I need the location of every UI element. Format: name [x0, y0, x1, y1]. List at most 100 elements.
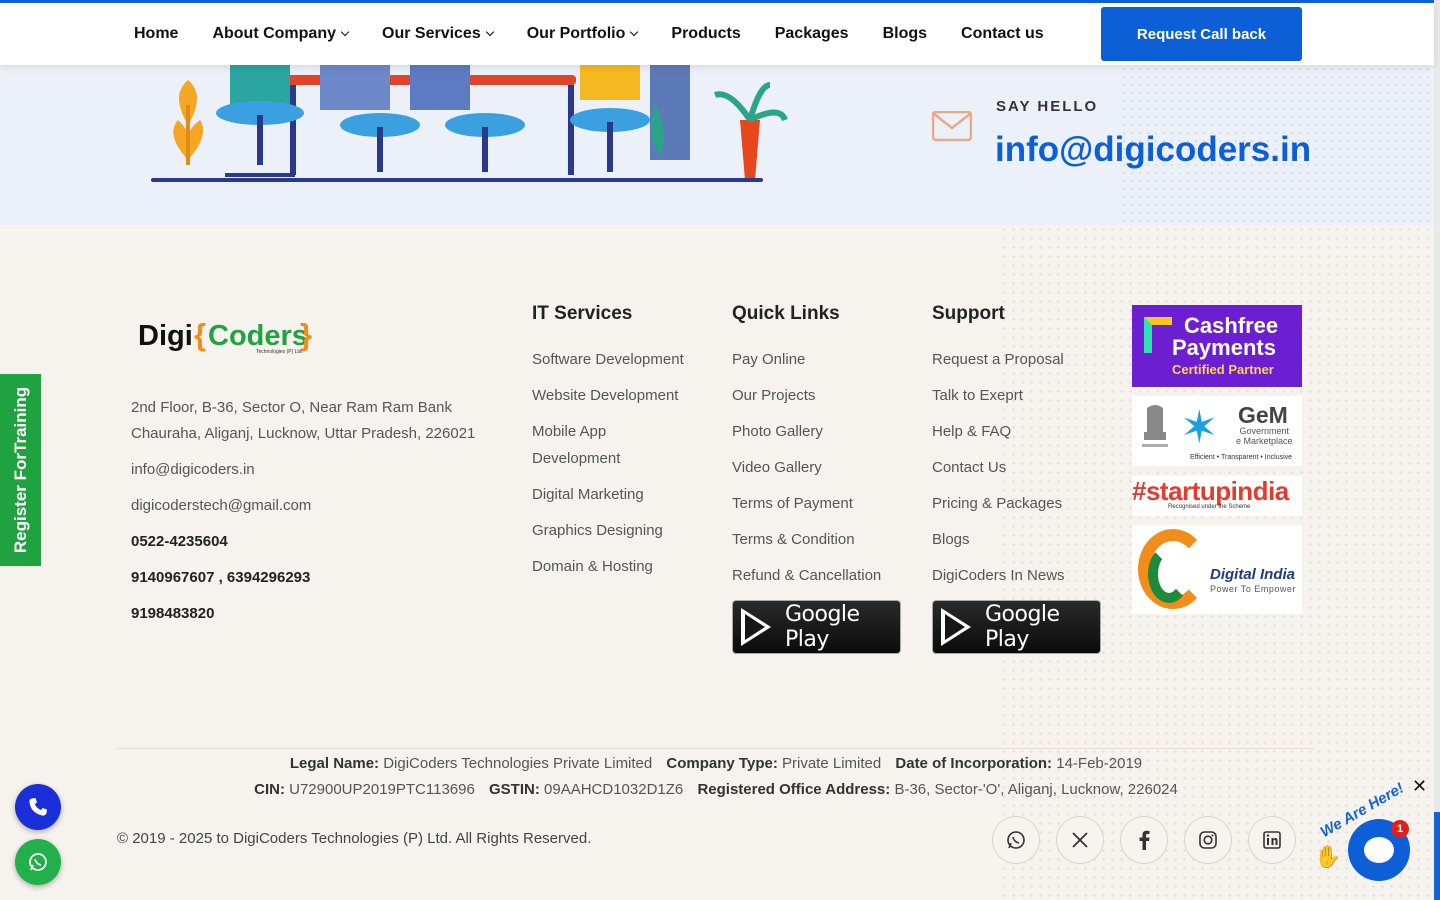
chat-unread-badge: 1 — [1391, 820, 1409, 838]
startup-sub: Recognised under the Scheme — [1168, 504, 1251, 510]
team-illustration — [151, 65, 788, 182]
link-contact-us[interactable]: Contact Us — [932, 454, 1065, 481]
logo-digi: Digi — [138, 320, 193, 352]
linkedin-social-button[interactable] — [1248, 816, 1296, 864]
link-terms-condition[interactable]: Terms & Condition — [732, 526, 881, 553]
call-float-button[interactable] — [15, 784, 61, 830]
startup-title: #startupindia — [1132, 476, 1289, 506]
national-emblem-icon — [1142, 405, 1168, 447]
office-value: B-36, Sector-'O', Aliganj, Lucknow, 2260… — [894, 781, 1178, 798]
company-type-value: Private Limited — [782, 755, 882, 772]
linkedin-icon — [1263, 831, 1281, 849]
footer-divider — [117, 748, 1315, 749]
copyright: © 2019 - 2025 to DigiCoders Technologies… — [117, 830, 592, 847]
hello-email-link[interactable]: info@digicoders.in — [995, 130, 1311, 170]
gem-badge: ✶ GeM Government e Marketplace Efficient … — [1132, 396, 1302, 466]
play-store-icon — [941, 608, 971, 646]
nav-contact-label: Contact us — [961, 25, 1044, 42]
x-social-button[interactable] — [1056, 816, 1104, 864]
register-tab-label: Register ForTraining — [10, 386, 30, 554]
legal-name-label: Legal Name: — [289, 755, 380, 772]
nav-about-company[interactable]: About Company — [212, 25, 350, 43]
link-pay-online[interactable]: Pay Online — [732, 346, 881, 373]
gem-tagline: Efficient • Transparent • Inclusive — [1190, 454, 1293, 461]
gstin-value: 09AAHCD1032D1Z6 — [544, 781, 684, 798]
nav-our-portfolio[interactable]: Our Portfolio — [526, 25, 639, 43]
nav-blogs[interactable]: Blogs — [883, 25, 927, 43]
facebook-social-button[interactable] — [1120, 816, 1168, 864]
phone-1[interactable]: 0522-4235604 — [131, 529, 228, 555]
incorporation-value: 14-Feb-2019 — [1056, 755, 1143, 772]
waving-hand-icon: ✋ — [1314, 844, 1342, 869]
link-request-proposal[interactable]: Request a Proposal — [932, 346, 1065, 373]
link-pricing-packages[interactable]: Pricing & Packages — [932, 490, 1065, 517]
cashfree-line2: Payments — [1172, 335, 1276, 360]
link-refund-cancellation[interactable]: Refund & Cancellation — [732, 562, 881, 589]
link-terms-of-payment[interactable]: Terms of Payment — [732, 490, 881, 517]
facebook-icon — [1139, 830, 1150, 850]
gstin-label: GSTIN: — [489, 781, 540, 798]
instagram-social-button[interactable] — [1184, 816, 1232, 864]
google-play-label: Google Play — [785, 602, 860, 652]
whatsapp-icon — [1007, 831, 1025, 849]
logo-coders: Coders — [208, 320, 308, 352]
chevron-down-icon — [485, 27, 494, 37]
link-help-faq[interactable]: Help & FAQ — [932, 418, 1065, 445]
page-scrollbar[interactable] — [1434, 0, 1440, 900]
digital-india-title: Digital India — [1210, 566, 1296, 583]
it-services-list: Software Development Website Development… — [532, 346, 684, 589]
chevron-down-icon — [340, 27, 350, 37]
link-domain-hosting[interactable]: Domain & Hosting — [532, 553, 684, 580]
digital-india-sub: Power To Empower — [1210, 584, 1296, 594]
link-graphics-designing[interactable]: Graphics Designing — [532, 517, 684, 544]
logo-brace-close: } — [300, 317, 312, 352]
cin-value: U72900UP2019PTC113696 — [289, 781, 475, 798]
link-blogs[interactable]: Blogs — [932, 526, 1065, 553]
link-talk-to-expert[interactable]: Talk to Exeprt — [932, 382, 1065, 409]
footer-email-1[interactable]: info@digicoders.in — [131, 457, 255, 483]
link-mobile-app-development[interactable]: Development — [532, 445, 684, 472]
link-mobile-app[interactable]: Mobile App — [532, 418, 684, 445]
nav-products-label: Products — [671, 25, 741, 42]
whatsapp-icon — [29, 853, 47, 871]
link-video-gallery[interactable]: Video Gallery — [732, 454, 881, 481]
instagram-icon — [1199, 831, 1217, 849]
nav-our-services[interactable]: Our Services — [382, 25, 494, 43]
footer-email-2[interactable]: digicoderstech@gmail.com — [131, 493, 311, 519]
nav-services-label: Our Services — [382, 25, 481, 42]
cashfree-line3: Certified Partner — [1172, 362, 1274, 377]
link-software-development[interactable]: Software Development — [532, 346, 684, 373]
nav-products[interactable]: Products — [671, 25, 740, 43]
gem-subtitle: Government e Marketplace — [1236, 426, 1293, 446]
startup-india-badge: #startupindia Recognised under the Schem… — [1132, 476, 1302, 516]
phone-2[interactable]: 9140967607 , 6394296293 — [131, 565, 310, 591]
request-callback-button[interactable]: Request Call back — [1101, 7, 1302, 61]
link-digital-marketing[interactable]: Digital Marketing — [532, 481, 684, 508]
whatsapp-social-button[interactable] — [992, 816, 1040, 864]
whatsapp-float-button[interactable] — [15, 839, 61, 885]
register-for-training-tab[interactable]: Register ForTraining — [0, 374, 41, 566]
cashfree-badge: Cashfree Payments Certified Partner — [1132, 305, 1302, 387]
gem-star-icon: ✶ — [1180, 401, 1219, 453]
chat-widget: ✕ We Are Here! ✋ 1 — [1312, 776, 1440, 900]
phone-3[interactable]: 9198483820 — [131, 601, 214, 627]
nav-packages-label: Packages — [774, 25, 849, 42]
nav-portfolio-label: Our Portfolio — [526, 25, 626, 42]
link-website-development[interactable]: Website Development — [532, 382, 684, 409]
cashfree-logo-icon — [1144, 317, 1172, 353]
link-our-projects[interactable]: Our Projects — [732, 382, 881, 409]
address: 2nd Floor, B-36, Sector O, Near Ram Ram … — [131, 395, 475, 447]
nav-packages[interactable]: Packages — [775, 25, 849, 43]
google-play-label: Google Play — [985, 602, 1060, 652]
scrollbar-thumb[interactable] — [1434, 812, 1440, 900]
digicoders-logo: Digi { Coders } Technologies (P) Ltd. — [138, 317, 312, 355]
chat-close-icon[interactable]: ✕ — [1412, 776, 1427, 797]
nav-home[interactable]: Home — [134, 25, 178, 43]
link-digicoders-in-news[interactable]: DigiCoders In News — [932, 562, 1065, 589]
link-photo-gallery[interactable]: Photo Gallery — [732, 418, 881, 445]
it-services-title: IT Services — [532, 303, 633, 324]
google-play-button-2[interactable]: Google Play — [932, 600, 1101, 654]
nav-contact-us[interactable]: Contact us — [961, 25, 1044, 43]
x-icon — [1072, 832, 1088, 848]
google-play-button-1[interactable]: Google Play — [732, 600, 901, 654]
